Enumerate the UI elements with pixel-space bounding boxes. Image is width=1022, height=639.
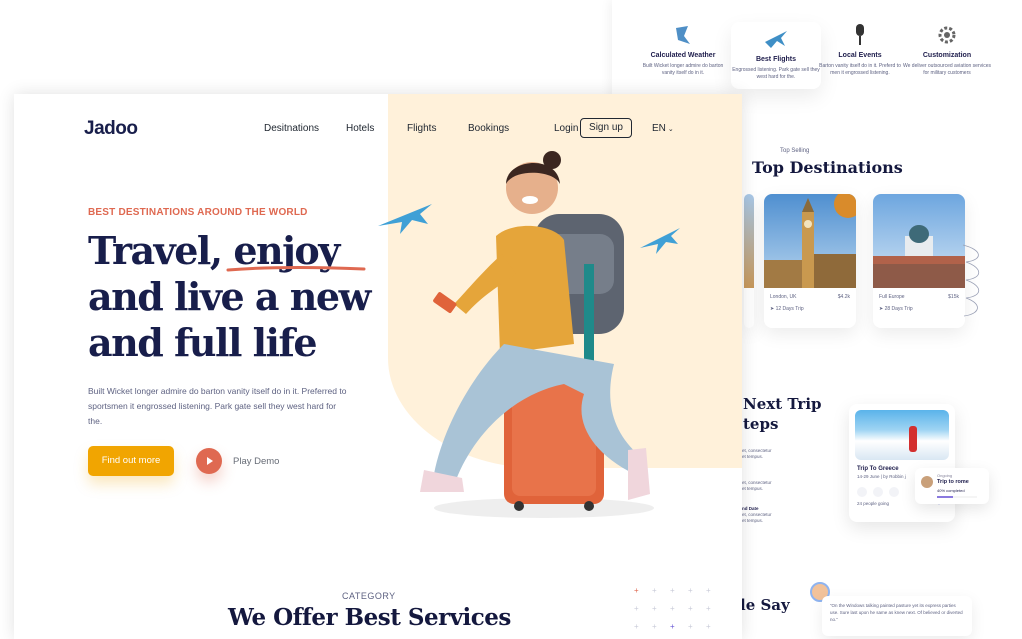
ongoing-title: Trip to rome xyxy=(937,479,969,485)
destination-card-partial[interactable] xyxy=(744,194,754,328)
services-title: We Offer Best Services xyxy=(228,604,511,631)
top-selling-kicker: Top Selling xyxy=(780,148,810,154)
trip-card[interactable]: Trip To Greece 14-29 June | by Robbin j … xyxy=(849,404,955,522)
find-out-more-button[interactable]: Find out more xyxy=(88,446,174,476)
service-customization: Customization We deliver outsourced avia… xyxy=(902,22,992,77)
ongoing-progress-fill xyxy=(937,496,953,498)
destination-price: $4.2k xyxy=(837,294,850,300)
ongoing-progress-text: 40% completed xyxy=(937,488,965,493)
service-desc: We deliver outsourced aviation services … xyxy=(902,63,991,76)
title-underline-decoration xyxy=(226,266,366,272)
trip-image xyxy=(855,410,949,460)
gear-icon xyxy=(934,22,962,48)
play-icon[interactable] xyxy=(196,448,222,474)
step-text: nd Date et, consectetur et tempus. xyxy=(742,506,772,523)
service-flights: Best Flights Engrossed listening. Park g… xyxy=(731,22,821,89)
hero-description: Built Wicket longer admire do barton van… xyxy=(88,386,347,426)
destination-trip: 12 Days Trip xyxy=(775,306,804,312)
microphone-icon xyxy=(847,22,875,48)
service-title: Best Flights xyxy=(755,56,797,63)
hero-title: Travel, enjoy and live a new and full li… xyxy=(88,228,371,365)
ongoing-progress-bar xyxy=(937,496,977,498)
language-select[interactable]: EN ⌄ xyxy=(652,123,674,134)
nav-destinations[interactable]: Desitnations xyxy=(264,123,319,134)
logo[interactable]: Jadoo xyxy=(84,118,138,140)
ongoing-label: Ongoing xyxy=(937,473,953,478)
service-title: Local Events xyxy=(838,52,882,59)
signup-button[interactable]: Sign up xyxy=(580,118,632,138)
plane-icon xyxy=(763,26,791,52)
service-desc: Engrossed listening. Park gate sell they… xyxy=(732,67,820,80)
service-desc: Built Wicket longer admire do barton van… xyxy=(642,63,724,76)
nav-bookings[interactable]: Bookings xyxy=(468,123,509,134)
destination-image xyxy=(764,194,856,288)
service-events: Local Events Barton vanity itself do in … xyxy=(815,22,905,77)
category-kicker: CATEGORY xyxy=(342,591,396,601)
ongoing-trip-card[interactable]: Ongoing Trip to rome 40% completed xyxy=(915,468,989,504)
nav-flights[interactable]: Flights xyxy=(407,123,436,134)
service-title: Calculated Weather xyxy=(650,52,716,59)
step-text: et, consectetur et tempus. xyxy=(742,448,772,459)
destination-image xyxy=(873,194,965,288)
step-text: et, consectetur et tempus. xyxy=(742,480,772,491)
send-icon[interactable] xyxy=(889,487,899,497)
destination-place: London, UK xyxy=(770,294,797,300)
destination-card-europe[interactable]: Full Europe $15k ➤ 28 Days Trip xyxy=(873,194,965,328)
destination-trip: 28 Days Trip xyxy=(884,306,913,312)
landing-page-main: Jadoo Desitnations Hotels Flights Bookin… xyxy=(14,94,742,639)
destination-place: Full Europe xyxy=(879,294,905,300)
testimonial-quote: “On the Windows talking painted pasture … xyxy=(822,596,972,636)
next-trip-heading: Next Trip teps xyxy=(743,395,822,433)
leaf-icon[interactable] xyxy=(857,487,867,497)
decorative-squiggle xyxy=(962,244,980,317)
chevron-down-icon: ⌄ xyxy=(665,126,674,133)
destination-card-london[interactable]: London, UK $4.2k ➤ 12 Days Trip xyxy=(764,194,856,328)
top-destinations-title: Top Destinations xyxy=(752,158,903,177)
avatar xyxy=(921,476,933,488)
traveler-illustration xyxy=(420,151,654,518)
service-desc: Barton vanity itself do in it. Preferd t… xyxy=(819,63,901,76)
testimonial-heading: le Say xyxy=(740,596,790,614)
login-link[interactable]: Login xyxy=(554,123,578,134)
service-title: Customization xyxy=(922,52,972,59)
weather-icon xyxy=(670,22,698,48)
play-demo-label[interactable]: Play Demo xyxy=(233,456,279,467)
service-weather: Calculated Weather Built Wicket longer a… xyxy=(638,22,728,77)
map-icon[interactable] xyxy=(873,487,883,497)
hero-kicker: BEST DESTINATIONS AROUND THE WORLD xyxy=(88,207,308,218)
nav-hotels[interactable]: Hotels xyxy=(346,123,374,134)
